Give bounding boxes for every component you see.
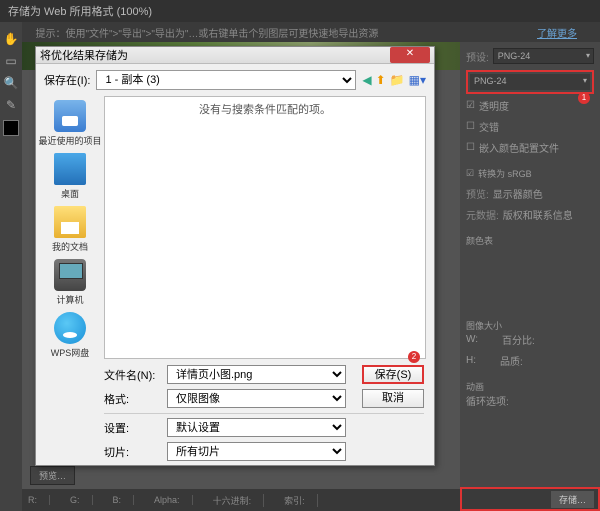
- new-folder-icon[interactable]: 📁: [390, 73, 405, 87]
- computer-icon: [54, 259, 86, 291]
- checkbox-interlace[interactable]: ☐: [466, 121, 475, 132]
- hint-text: 提示：使用"文件">"导出">"导出为"…或右键单击个别图层可更快速地导出资源: [35, 25, 378, 40]
- eyedropper-tool-icon[interactable]: ✎: [1, 95, 21, 115]
- sidebar-item-desktop[interactable]: 桌面: [54, 153, 86, 200]
- color-table-label: 颜色表: [466, 234, 594, 247]
- folder-select[interactable]: 1 - 副本 (3): [96, 70, 356, 90]
- highlight-box-3: 存储…: [460, 487, 600, 511]
- file-list-area[interactable]: 没有与搜索条件匹配的项。: [104, 96, 426, 359]
- save-dialog: 将优化结果存储为 ✕ 保存在(I): 1 - 副本 (3) ◀ ⬆ 📁 ▦▾ 最…: [35, 46, 435, 466]
- close-icon[interactable]: ✕: [390, 47, 430, 63]
- checkbox-embed-profile[interactable]: ☐: [466, 142, 475, 153]
- preset-label: 预设:: [466, 49, 489, 64]
- slice-tool-icon[interactable]: ▭: [1, 51, 21, 71]
- sidebar-item-documents[interactable]: 我的文档: [52, 206, 88, 253]
- checkbox-srgb[interactable]: ☑: [466, 168, 474, 179]
- sidebar-item-wps[interactable]: WPS网盘: [51, 312, 90, 359]
- hint-bar: 💡 提示：使用"文件">"导出">"导出为"…或右键单击个别图层可更快速地导出资…: [0, 22, 600, 42]
- store-button[interactable]: 存储…: [551, 491, 594, 508]
- sidebar-item-computer[interactable]: 计算机: [54, 259, 86, 306]
- image-size-label: 图像大小: [466, 319, 594, 332]
- cancel-button[interactable]: 取消: [362, 389, 424, 408]
- sidebar-item-recent[interactable]: 最近使用的项目: [38, 100, 101, 147]
- places-sidebar: 最近使用的项目 桌面 我的文档 计算机 WPS网盘: [36, 96, 104, 359]
- badge-2: 2: [408, 351, 420, 363]
- documents-icon: [54, 206, 86, 238]
- preset-select[interactable]: PNG-24: [493, 48, 594, 64]
- hand-tool-icon[interactable]: ✋: [1, 29, 21, 49]
- view-menu-icon[interactable]: ▦▾: [409, 73, 426, 87]
- format-select-dialog[interactable]: 仅限图像: [167, 389, 346, 408]
- back-icon[interactable]: ◀: [362, 73, 371, 87]
- filename-input[interactable]: 详情页小图.png: [167, 365, 346, 384]
- app-title: 存储为 Web 所用格式 (100%): [8, 3, 152, 19]
- info-bar: R: G: B: Alpha: 十六进制: 索引:: [22, 489, 460, 511]
- format-select[interactable]: PNG-24: [470, 74, 590, 90]
- left-toolbar: ✋ ▭ 🔍 ✎: [0, 22, 22, 511]
- right-settings-panel: 预设: PNG-24 PNG-24 1 ☑透明度 ☐交错 ☐嵌入颜色配置文件 ☑…: [460, 42, 600, 511]
- checkbox-transparency[interactable]: ☑: [466, 100, 475, 111]
- save-in-label: 保存在(I):: [44, 72, 90, 88]
- learn-more-link[interactable]: 了解更多: [537, 25, 577, 40]
- save-button[interactable]: 2 保存(S): [362, 365, 424, 384]
- dialog-titlebar[interactable]: 将优化结果存储为 ✕: [36, 47, 434, 64]
- zoom-tool-icon[interactable]: 🔍: [1, 73, 21, 93]
- up-icon[interactable]: ⬆: [376, 73, 386, 87]
- color-swatch[interactable]: [3, 120, 19, 136]
- recent-icon: [54, 100, 86, 132]
- settings-select[interactable]: 默认设置: [167, 418, 346, 437]
- settings-label: 设置:: [104, 420, 159, 436]
- highlight-box-1: PNG-24 1: [466, 70, 594, 94]
- format-label: 格式:: [104, 391, 159, 407]
- slice-label: 切片:: [104, 444, 159, 460]
- desktop-icon: [54, 153, 86, 185]
- dialog-title: 将优化结果存储为: [40, 47, 128, 63]
- app-title-bar: 存储为 Web 所用格式 (100%): [0, 0, 600, 22]
- empty-message: 没有与搜索条件匹配的项。: [199, 101, 331, 117]
- badge-1: 1: [578, 92, 590, 104]
- wps-cloud-icon: [54, 312, 86, 344]
- filename-label: 文件名(N):: [104, 367, 159, 383]
- slice-select[interactable]: 所有切片: [167, 442, 346, 461]
